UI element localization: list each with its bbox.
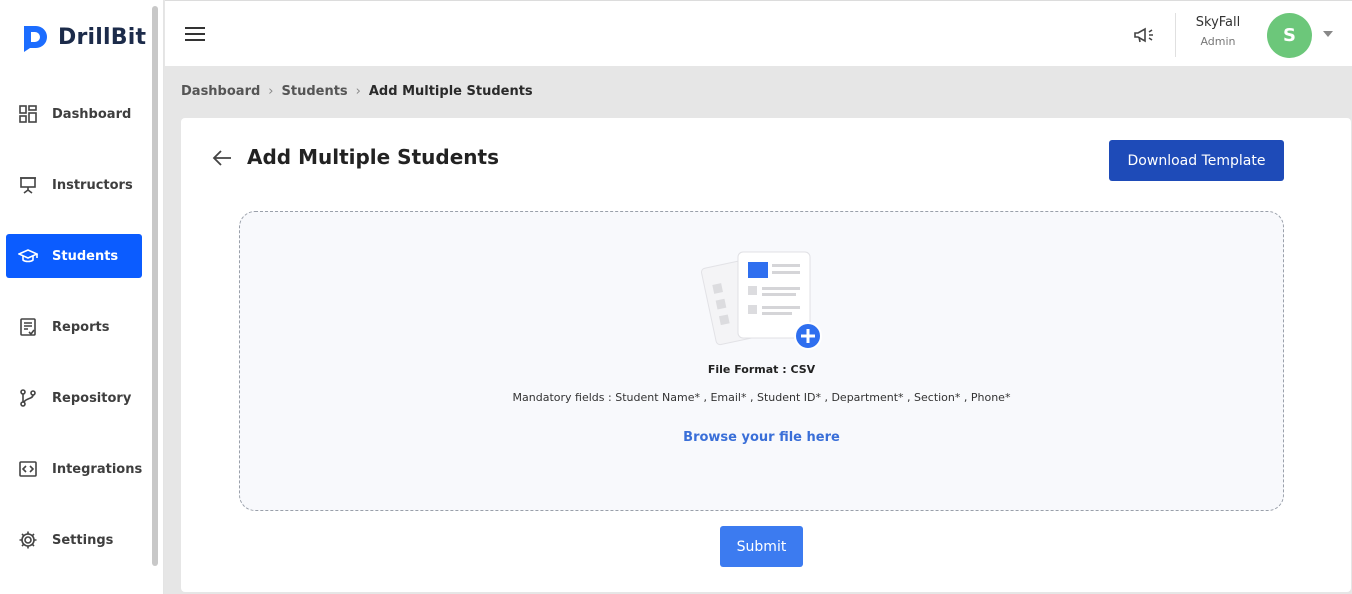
- hamburger-menu-icon[interactable]: [185, 27, 205, 41]
- sidebar-item-label: Instructors: [52, 177, 133, 193]
- submit-button[interactable]: Submit: [720, 526, 803, 567]
- sidebar-item-reports[interactable]: Reports: [6, 305, 142, 349]
- megaphone-icon[interactable]: [1133, 25, 1155, 45]
- main-card: Add Multiple Students Download Template …: [181, 118, 1351, 592]
- user-role: Admin: [1200, 35, 1236, 48]
- sidebar-item-instructors[interactable]: Instructors: [6, 163, 142, 207]
- page-title: Add Multiple Students: [247, 145, 499, 169]
- chevron-right-icon: ›: [355, 84, 361, 99]
- breadcrumb: Dashboard › Students › Add Multiple Stud…: [181, 84, 533, 99]
- code-brackets-icon: [19, 461, 37, 477]
- sidebar-item-dashboard[interactable]: Dashboard: [6, 92, 142, 136]
- mandatory-fields-text: Mandatory fields : Student Name* , Email…: [512, 391, 1011, 404]
- avatar[interactable]: S: [1267, 13, 1312, 58]
- sidebar: DrillBit Dashboard Instructors Students …: [0, 0, 164, 594]
- browse-file-link[interactable]: Browse your file here: [240, 430, 1283, 445]
- sidebar-item-students[interactable]: Students: [6, 234, 142, 278]
- chevron-down-icon[interactable]: [1323, 31, 1333, 37]
- sidebar-item-integrations[interactable]: Integrations: [6, 447, 142, 491]
- sidebar-item-label: Students: [52, 248, 119, 264]
- breadcrumb-students[interactable]: Students: [282, 84, 348, 99]
- file-format-label: File Format : CSV: [707, 363, 816, 376]
- presentation-board-icon: [20, 177, 36, 194]
- brand-logo[interactable]: DrillBit: [20, 22, 146, 52]
- sidebar-item-label: Integrations: [52, 461, 143, 477]
- drillbit-logo-icon: [24, 26, 47, 52]
- report-icon: [20, 318, 36, 336]
- file-dropzone[interactable]: File Format : CSV Mandatory fields : Stu…: [239, 211, 1284, 511]
- breadcrumb-current: Add Multiple Students: [368, 84, 533, 99]
- top-bar: SkyFall Admin S: [165, 0, 1352, 66]
- back-arrow-icon[interactable]: [211, 148, 233, 168]
- header-divider: [1175, 13, 1176, 57]
- sidebar-item-repository[interactable]: Repository: [6, 376, 142, 420]
- git-branch-icon: [20, 389, 36, 407]
- chevron-right-icon: ›: [268, 84, 274, 99]
- sidebar-item-label: Dashboard: [52, 106, 132, 122]
- brand-name: DrillBit: [58, 24, 147, 50]
- graduation-cap-icon: [18, 249, 38, 263]
- sidebar-item-label: Reports: [52, 319, 110, 335]
- user-name: SkyFall: [1195, 15, 1241, 30]
- gear-icon: [19, 531, 37, 549]
- breadcrumb-dashboard[interactable]: Dashboard: [181, 84, 260, 99]
- sidebar-scrollbar[interactable]: [152, 6, 158, 566]
- file-upload-illustration-icon: [700, 251, 822, 350]
- sidebar-item-label: Settings: [52, 532, 114, 548]
- sidebar-item-settings[interactable]: Settings: [6, 518, 142, 562]
- dashboard-icon: [19, 105, 37, 123]
- sidebar-item-label: Repository: [52, 390, 132, 406]
- download-template-button[interactable]: Download Template: [1109, 140, 1284, 181]
